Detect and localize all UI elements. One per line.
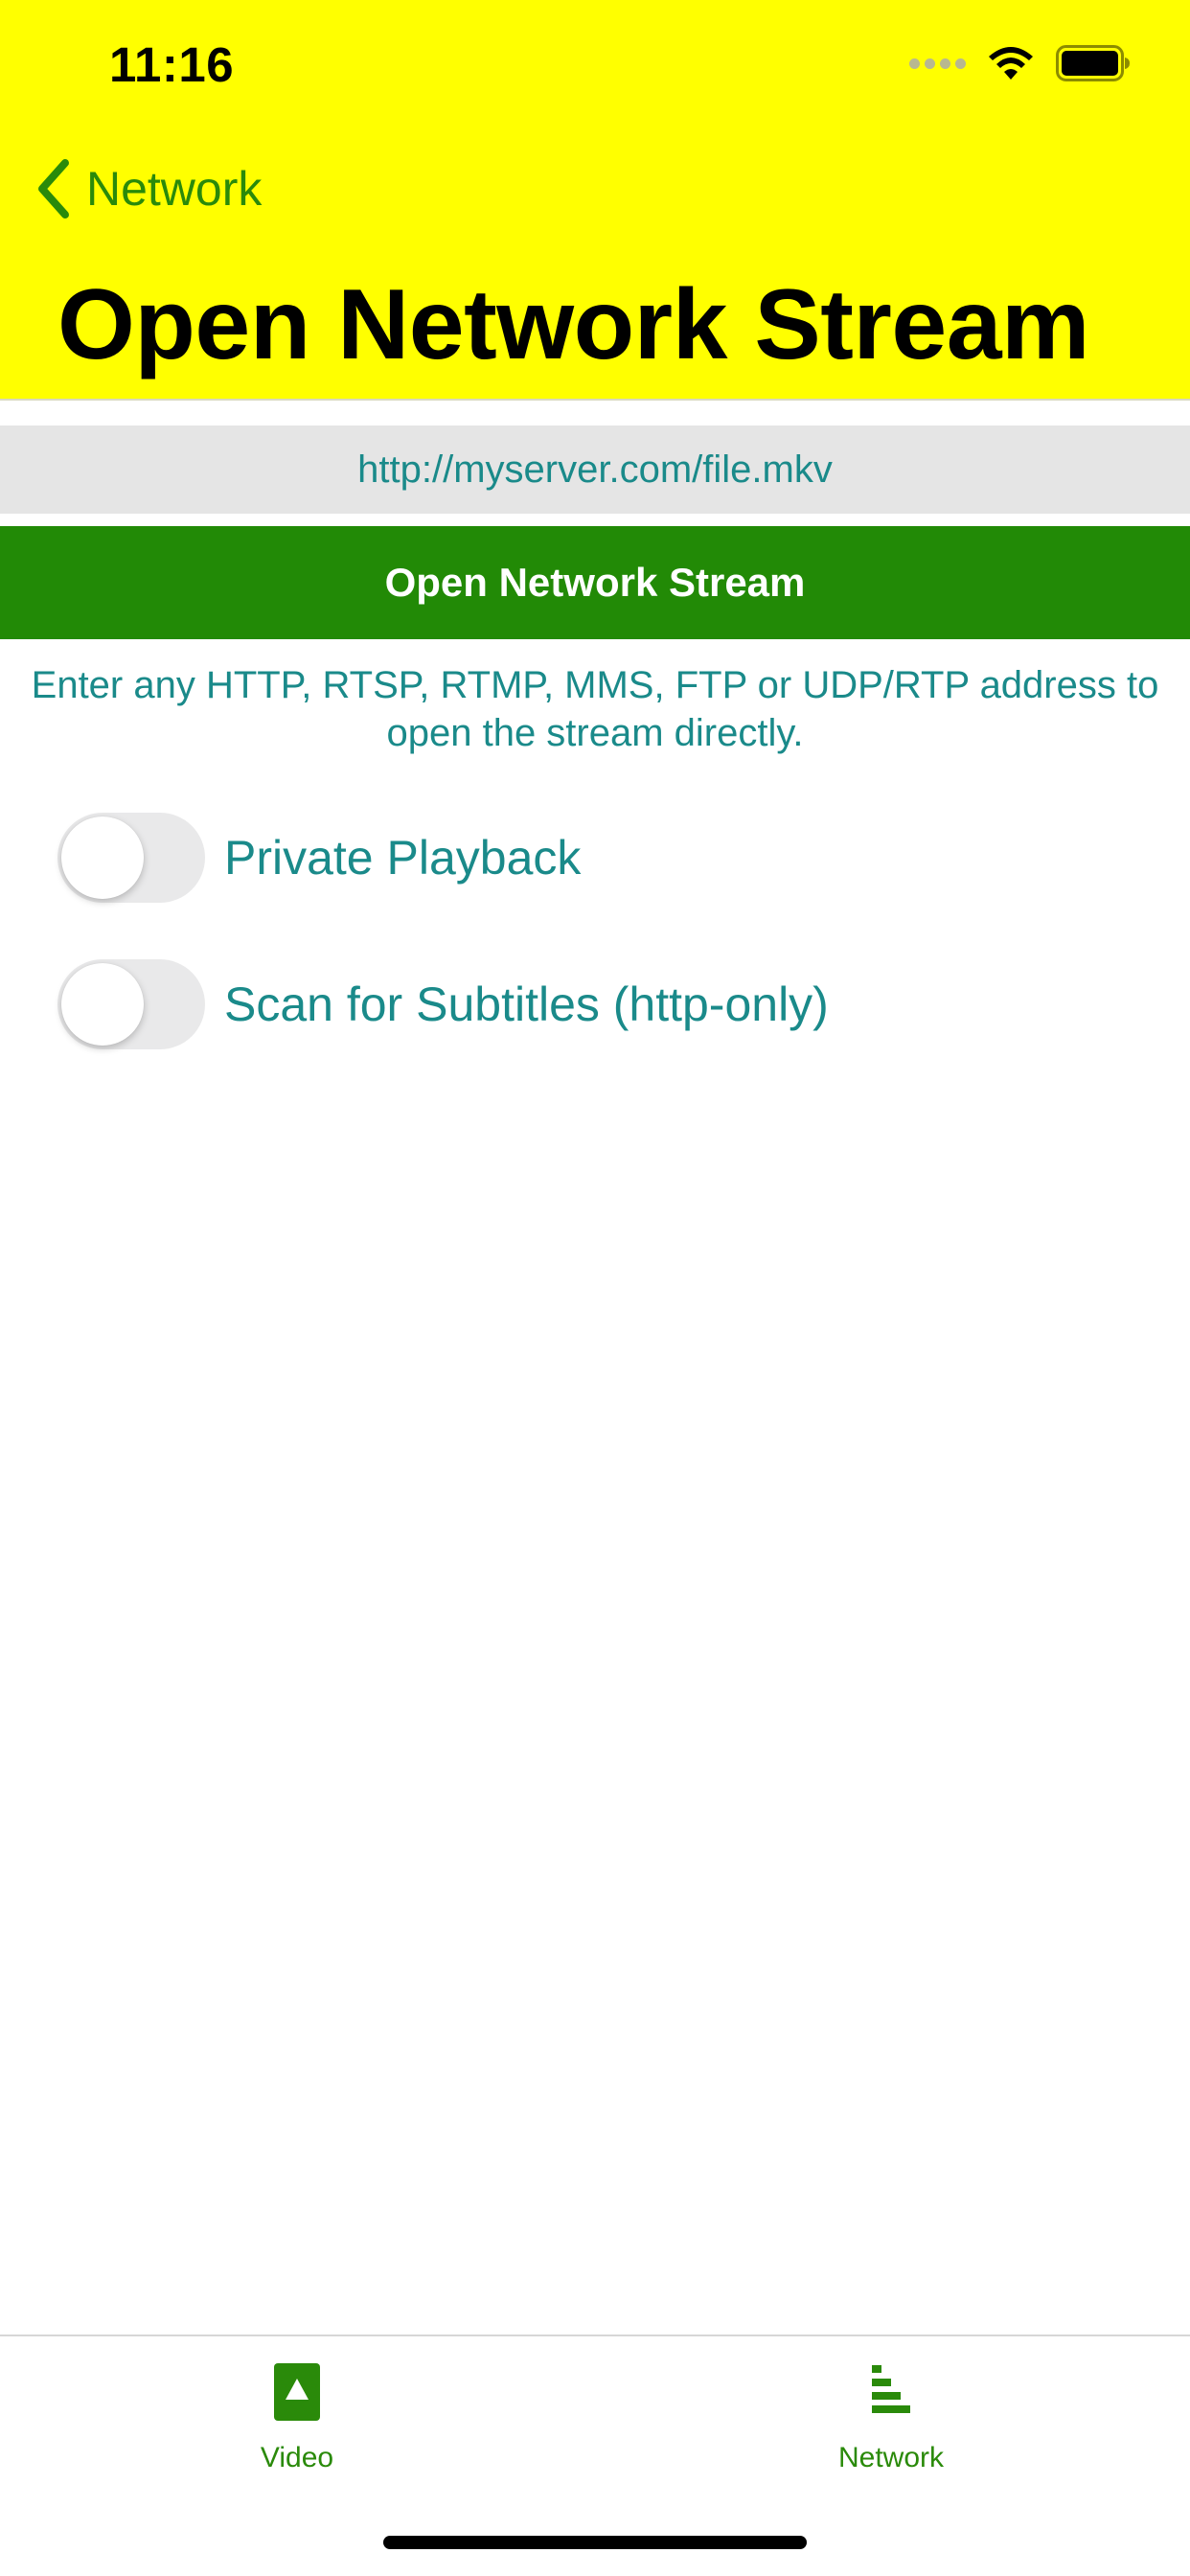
wifi-icon [989,47,1033,80]
private-playback-toggle[interactable] [57,813,205,903]
home-indicator [383,2536,807,2549]
tab-network-label: Network [837,2442,945,2473]
network-icon [872,2365,910,2413]
battery-icon [1056,45,1130,81]
navigation-header: 11:16 Network Open Network Stream [0,0,1190,401]
status-time: 11:16 [109,37,235,92]
status-icons [909,42,1131,84]
toggle-row-scan-subtitles: Scan for Subtitles (http-only) [57,958,829,1050]
toggle-knob [61,963,144,1046]
page-title: Open Network Stream [57,269,1090,380]
private-playback-label: Private Playback [224,831,582,885]
url-input[interactable] [0,426,1190,514]
tab-video-label: Video [260,2442,334,2473]
toggle-row-private-playback: Private Playback [57,812,581,904]
chevron-left-icon [38,159,69,218]
video-icon [274,2363,320,2421]
open-network-stream-button[interactable]: Open Network Stream [0,526,1190,639]
toggle-knob [61,816,144,899]
screen: 11:16 Network Open Network Stream http:/… [0,0,1190,2576]
signal-dots-icon [909,58,966,69]
back-button[interactable]: Network [34,155,262,222]
scan-subtitles-label: Scan for Subtitles (http-only) [224,978,829,1031]
tab-network[interactable]: Network [767,2361,1016,2474]
scan-subtitles-toggle[interactable] [57,959,205,1049]
help-text: Enter any HTTP, RTSP, RTMP, MMS, FTP or … [31,664,1159,754]
back-button-label: Network [86,162,263,216]
tab-video[interactable]: Video [172,2361,422,2474]
